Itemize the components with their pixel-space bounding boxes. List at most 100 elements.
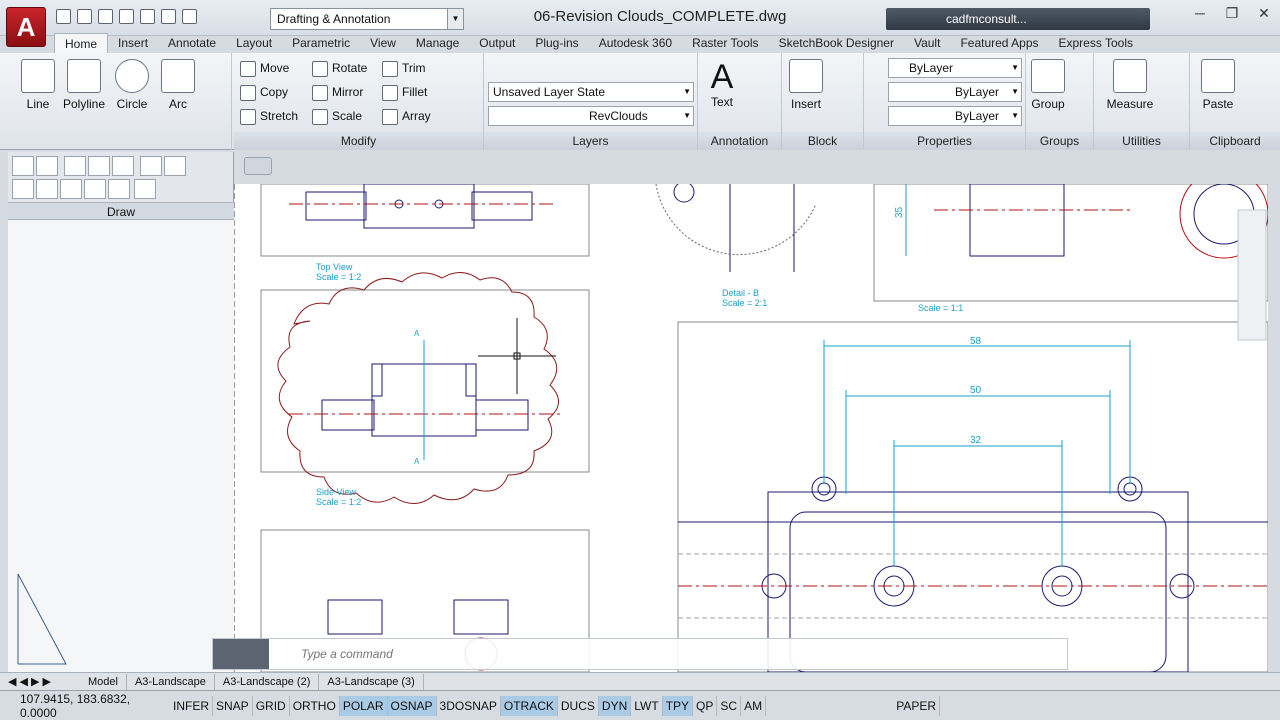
ribbon-tab-home[interactable]: Home	[54, 33, 109, 53]
move-button[interactable]: Move	[238, 58, 289, 78]
ribbon-tab-express-tools[interactable]: Express Tools	[1049, 33, 1143, 53]
palette-tool-icon[interactable]	[88, 156, 110, 176]
palette-tool-icon[interactable]	[36, 179, 58, 199]
layer-state-dropdown[interactable]: Unsaved Layer State ▼	[488, 82, 694, 102]
status-toggle-dyn[interactable]: DYN	[598, 695, 632, 716]
print-icon[interactable]	[140, 9, 155, 24]
measure-button[interactable]: Measure	[1104, 59, 1156, 111]
ribbon-tab-parametric[interactable]: Parametric	[282, 33, 360, 53]
array-button[interactable]: Array	[380, 106, 431, 126]
ribbon-tab-raster-tools[interactable]: Raster Tools	[682, 33, 768, 53]
palette-tool-icon[interactable]	[140, 156, 162, 176]
ribbon-tab-layout[interactable]: Layout	[226, 33, 282, 53]
properties-panel-title[interactable]: Properties	[864, 132, 1025, 150]
workspace-dropdown[interactable]: Drafting & Annotation ▼	[270, 8, 464, 30]
palette-tool-icon[interactable]	[60, 179, 82, 199]
ribbon-tab-featured-apps[interactable]: Featured Apps	[950, 33, 1048, 53]
palette-tool-icon[interactable]	[12, 179, 34, 199]
undo-icon[interactable]	[161, 9, 176, 24]
paste-button[interactable]: Paste	[1198, 59, 1238, 111]
circle-button[interactable]: Circle	[112, 59, 152, 111]
line-button[interactable]: Line	[16, 59, 60, 111]
application-menu-button[interactable]: A	[6, 7, 46, 47]
ribbon-tab-autodesk-360[interactable]: Autodesk 360	[589, 33, 682, 53]
minimize-icon[interactable]: ─	[1184, 4, 1216, 24]
layout-tab-a3-landscape-3[interactable]: A3-Landscape (3)	[319, 673, 424, 690]
palette-tool-icon[interactable]	[164, 156, 186, 176]
drawing-canvas[interactable]: Top View Scale = 1:2 Detail - B Scale = …	[234, 184, 1268, 672]
fillet-button[interactable]: Fillet	[380, 82, 427, 102]
redo-icon[interactable]	[182, 9, 197, 24]
command-line-grip[interactable]	[213, 639, 269, 669]
palette-tool-icon[interactable]	[84, 179, 106, 199]
open-icon[interactable]	[77, 9, 92, 24]
status-toggle-am[interactable]: AM	[741, 695, 767, 716]
copy-button[interactable]: Copy	[238, 82, 288, 102]
palette-tool-icon[interactable]	[64, 156, 86, 176]
status-toggle-ducs[interactable]: DUCS	[558, 695, 599, 716]
restore-icon[interactable]: ❐	[1216, 4, 1248, 24]
layout-tab-model[interactable]: Model	[80, 673, 127, 690]
status-toggle-snap[interactable]: SNAP	[213, 695, 253, 716]
lineweight-dropdown[interactable]: ByLayer ▼	[888, 106, 1022, 126]
status-toggle-otrack[interactable]: OTRACK	[500, 695, 558, 716]
polyline-button[interactable]: Polyline	[60, 59, 108, 111]
user-signin[interactable]: cadfmconsult...	[886, 8, 1150, 30]
status-toggle-osnap[interactable]: OSNAP	[387, 695, 437, 716]
color-dropdown[interactable]: ByLayer ▼	[888, 58, 1022, 78]
save-icon[interactable]	[98, 9, 113, 24]
stretch-button[interactable]: Stretch	[238, 106, 298, 126]
ribbon-tab-sketchbook-designer[interactable]: SketchBook Designer	[769, 33, 904, 53]
drawing-svg: Top View Scale = 1:2 Detail - B Scale = …	[234, 184, 1268, 672]
layers-panel-title[interactable]: Layers	[484, 132, 697, 150]
utilities-panel-title[interactable]: Utilities	[1094, 132, 1189, 150]
arc-button[interactable]: Arc	[158, 59, 198, 111]
navigation-bar[interactable]	[1237, 209, 1267, 341]
palette-tool-icon[interactable]	[108, 179, 130, 199]
new-drawing-tab-button[interactable]	[244, 157, 272, 175]
text-button[interactable]: A Text	[702, 59, 742, 109]
insert-button[interactable]: Insert	[786, 59, 826, 111]
chevron-down-icon: ▼	[683, 111, 691, 120]
ribbon-tab-plug-ins[interactable]: Plug-ins	[525, 33, 588, 53]
palette-tool-icon[interactable]	[112, 156, 134, 176]
ribbon-tab-annotate[interactable]: Annotate	[158, 33, 226, 53]
ribbon-tab-vault[interactable]: Vault	[904, 33, 950, 53]
new-icon[interactable]	[56, 9, 71, 24]
groups-panel-title[interactable]: Groups	[1026, 132, 1093, 150]
rotate-button[interactable]: Rotate	[310, 58, 367, 78]
scale-button[interactable]: Scale	[310, 106, 362, 126]
command-input[interactable]	[301, 645, 1001, 663]
annotation-panel-title[interactable]: Annotation	[698, 132, 781, 150]
layout-tab-a3-landscape[interactable]: A3-Landscape	[127, 673, 215, 690]
modify-panel-title[interactable]: Modify	[234, 132, 483, 150]
status-toggle-infer[interactable]: INFER	[170, 695, 213, 716]
palette-tool-icon[interactable]	[36, 156, 58, 176]
close-icon[interactable]: ✕	[1248, 4, 1280, 24]
trim-button[interactable]: Trim	[380, 58, 426, 78]
palette-tool-icon[interactable]	[12, 156, 34, 176]
ribbon-tab-view[interactable]: View	[360, 33, 406, 53]
clipboard-panel-title[interactable]: Clipboard	[1190, 132, 1280, 150]
ribbon-tab-insert[interactable]: Insert	[108, 33, 158, 53]
status-toggle-qp[interactable]: QP	[693, 695, 718, 716]
palette-tool-icon[interactable]	[134, 179, 156, 199]
status-toggle-tpy[interactable]: TPY	[662, 695, 694, 716]
status-toggle-ortho[interactable]: ORTHO	[290, 695, 340, 716]
status-toggle-sc[interactable]: SC	[717, 695, 742, 716]
layout-nav-arrows[interactable]: ◀ ◀ ▶ ▶	[0, 675, 80, 688]
paper-space-toggle[interactable]: PAPER	[893, 695, 940, 716]
ribbon-tab-manage[interactable]: Manage	[406, 33, 469, 53]
linetype-dropdown[interactable]: ByLayer ▼	[888, 82, 1022, 102]
status-toggle-polar[interactable]: POLAR	[339, 695, 388, 716]
group-button[interactable]: Group	[1028, 59, 1068, 111]
ribbon-tab-output[interactable]: Output	[469, 33, 525, 53]
status-toggle-grid[interactable]: GRID	[253, 695, 290, 716]
layer-dropdown[interactable]: RevClouds ▼	[488, 106, 694, 126]
save-as-icon[interactable]	[119, 9, 134, 24]
block-panel-title[interactable]: Block	[782, 132, 863, 150]
status-toggle-lwt[interactable]: LWT	[631, 695, 663, 716]
mirror-button[interactable]: Mirror	[310, 82, 363, 102]
status-toggle-3dosnap[interactable]: 3DOSNAP	[437, 695, 501, 716]
layout-tab-a3-landscape-2[interactable]: A3-Landscape (2)	[215, 673, 320, 690]
